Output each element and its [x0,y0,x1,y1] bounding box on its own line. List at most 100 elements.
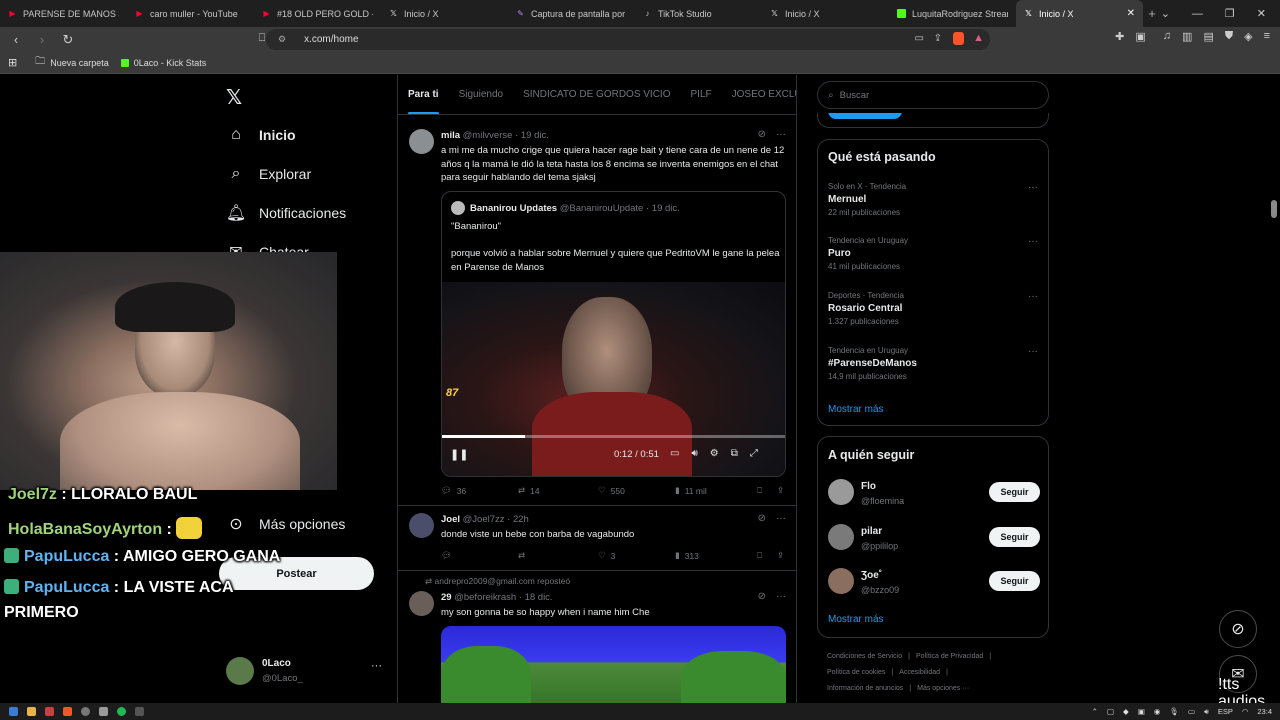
like-button[interactable]: ♡ 3 [598,550,675,561]
vpn-icon[interactable]: ⛊ [1225,30,1233,43]
window-menu-icon[interactable]: ⌄ [1161,7,1170,20]
chevron-up-icon[interactable]: ⌃ [1092,707,1098,716]
tab-following[interactable]: Siguiendo [449,75,513,114]
app-icon[interactable] [45,707,54,716]
wallet-icon[interactable]: ▤ [1203,30,1213,43]
views-button[interactable]: ▮ 11 mil [675,485,757,496]
tab-for-you[interactable]: Para ti [398,75,449,114]
browser-tab-7[interactable]: LuquitaRodriguez Stream [889,0,1016,27]
video-progress-track[interactable] [442,435,785,438]
microphone-icon[interactable]: 🎙︎ [1169,707,1179,716]
more-icon[interactable]: ··· [1028,346,1038,357]
tweet-date[interactable]: · 19 dic. [515,130,549,141]
trend-item[interactable]: Tendencia en Uruguay Puro 41 mil publicaci… [828,236,1040,271]
sidebar-icon[interactable]: ▥ [1182,30,1192,43]
browser-tab-4[interactable]: ✎ Captura de pantalla por Li [508,0,635,27]
close-tab-icon[interactable]: ✕ [1127,8,1135,19]
avatar[interactable] [409,591,434,616]
follow-button[interactable]: Seguir [989,527,1040,547]
bookmark-folder[interactable]: 🗀 Nueva carpeta [35,54,109,71]
nav-explore[interactable]: ⌕ Explorar [226,164,312,184]
more-icon[interactable]: ··· [776,591,786,602]
views-button[interactable]: ▮ 313 [675,550,757,561]
close-window-icon[interactable]: ✕ [1257,7,1266,20]
more-icon[interactable]: ··· [1028,182,1038,193]
show-more-who-link[interactable]: Mostrar más [828,614,884,625]
media-icon[interactable]: ♫ [1163,30,1171,43]
tweet[interactable]: mila @milvverse · 19 dic. ⊘ ··· a mi me d… [398,123,796,506]
follow-suggestion[interactable]: Ʒoe˚ @bzzo09 Seguir [828,566,1040,598]
spotify-icon[interactable] [117,707,126,716]
more-icon[interactable]: ··· [1028,236,1038,247]
clock[interactable]: 23:4 [1257,707,1272,716]
bookmark-button[interactable]: ⎕ [757,550,777,561]
account-switcher[interactable]: 0Laco @0Laco_ ··· [226,655,386,691]
new-tab-button[interactable]: + [1143,6,1161,21]
follow-suggestion[interactable]: Flo @floemina Seguir [828,477,1040,509]
browser-tab-active[interactable]: 𝕏 Inicio / X ✕ [1016,0,1143,27]
subscribe-button[interactable] [828,113,902,119]
nav-home[interactable]: ⌂ Inicio [226,125,295,145]
search-input[interactable]: ⌕ Buscar [817,81,1049,109]
app-icon[interactable] [135,707,144,716]
avatar[interactable] [409,129,434,154]
grok-icon[interactable]: ⊘ [758,591,766,602]
browser-tab-2[interactable]: ▶#18 OLD PERO GOLD - Yo [254,0,381,27]
scrollbar-thumb[interactable] [1271,200,1277,218]
brave-icon[interactable] [63,707,72,716]
start-icon[interactable] [9,707,18,716]
site-settings-icon[interactable]: ⚙ [278,34,286,45]
fullscreen-icon[interactable]: ⤢ [750,448,758,459]
app-icon[interactable] [81,707,90,716]
volume-icon[interactable]: 🔊︎ [1204,707,1209,717]
tab-list-joseo[interactable]: JOSEO EXCLUSI [722,75,796,114]
nav-notifications[interactable]: 🔔︎ Notificaciones [226,203,346,223]
follow-button[interactable]: Seguir [989,571,1040,591]
vpn-shield-icon[interactable]: ◈ [1244,30,1252,43]
pause-icon[interactable]: ❚❚ [450,448,468,461]
bookmark-kick-stats[interactable]: 0Laco - Kick Stats [120,58,206,68]
tweet[interactable]: Joel @Joel7zz · 22h ⊘ ··· donde viste un … [398,507,796,571]
forward-icon[interactable]: › [32,32,52,47]
tray-icon[interactable]: ◉ [1154,707,1161,716]
minimize-icon[interactable]: — [1192,8,1203,20]
tray-icon[interactable]: ▢ [1107,707,1114,716]
tweet[interactable]: ⇄ andrepro2009@gmail.com reposteó 29 @be… [398,572,796,703]
menu-icon[interactable]: ≡ [1264,30,1270,43]
volume-icon[interactable]: 🔊︎ [691,448,697,459]
screenshot-icon[interactable]: ▣ [1135,30,1145,43]
share-button[interactable]: ⇪ [777,485,784,496]
brave-rewards-icon[interactable]: ▲ [973,32,984,44]
cast-icon[interactable]: ▭ [915,33,924,44]
follow-suggestion[interactable]: pilar @ppililop Seguir [828,522,1040,554]
nav-more-options[interactable]: ⊙ Más opciones [226,514,345,534]
tray-icon[interactable]: ◆ [1123,707,1129,716]
tab-list-pilf[interactable]: PILF [681,75,722,114]
settings-icon[interactable]: ⚙ [710,448,719,459]
reload-icon[interactable]: ↻ [58,32,78,48]
pip-icon[interactable]: ⧉ [731,448,738,459]
tray-icon[interactable]: ▣ [1138,707,1145,716]
apps-icon[interactable]: ⊞ [8,56,17,69]
avatar[interactable] [409,513,434,538]
language-indicator[interactable]: ESP [1218,707,1233,716]
repost-button[interactable]: ⇄ 14 [518,485,598,496]
brave-shield-icon[interactable] [953,32,964,45]
tab-list-sindicato[interactable]: SINDICATO DE GORDOS VICIO [513,75,680,114]
share-icon[interactable]: ⇪ [934,33,942,44]
more-icon[interactable]: ··· [776,129,786,140]
network-icon[interactable]: ▭ [1188,707,1195,716]
trend-item[interactable]: Solo en X · Tendencia Mernuel 22 mil publi… [828,182,1040,217]
reply-button[interactable]: 💬︎ 36 [441,485,518,496]
maximize-icon[interactable]: ❐ [1225,7,1235,20]
browser-tab-1[interactable]: ▶ caro muller - YouTube [127,0,254,27]
file-explorer-icon[interactable] [27,707,36,716]
quoted-tweet[interactable]: Bananirou Updates @BananirouUpdate · 19 … [441,191,786,477]
more-icon[interactable]: ··· [1028,291,1038,302]
browser-tab-5[interactable]: ♪ TikTok Studio [635,0,762,27]
tweet-media-image[interactable] [441,626,786,703]
browser-tab-6[interactable]: 𝕏 Inicio / X [762,0,889,27]
tweet-author-name[interactable]: mila [441,130,460,141]
wifi-icon[interactable]: ◠ [1242,707,1249,716]
browser-tab-0[interactable]: ▶PARENSE DE MANOS 3 - E [0,0,127,27]
